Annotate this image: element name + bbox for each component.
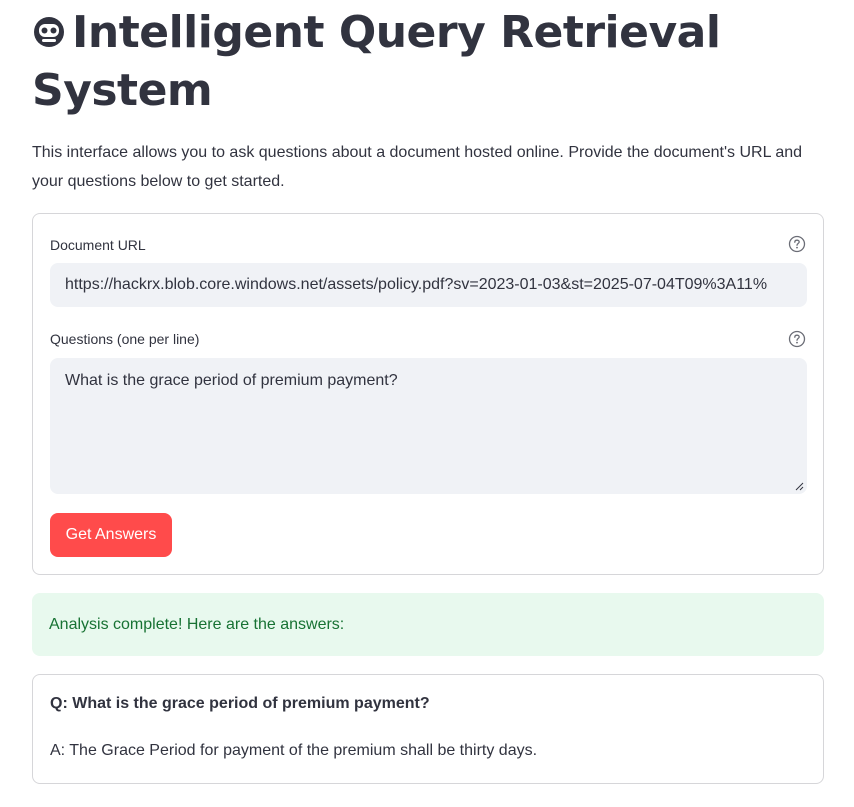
url-help-icon[interactable]	[788, 235, 806, 253]
intro-text: This interface allows you to ask questio…	[32, 144, 803, 190]
page-title: Intelligent Query Retrieval System	[32, 4, 832, 120]
questions-textarea[interactable]: What is the grace period of premium paym…	[50, 358, 807, 494]
answer-card: Q: What is the grace period of premium p…	[32, 674, 824, 784]
get-answers-button[interactable]: Get Answers	[50, 513, 172, 557]
success-alert: Analysis complete! Here are the answers:	[32, 593, 824, 656]
questions-label: Questions (one per line)	[50, 331, 200, 347]
resize-handle-icon[interactable]	[794, 481, 804, 491]
questions-help-icon[interactable]	[788, 330, 806, 348]
answer-question: Q: What is the grace period of premium p…	[50, 695, 430, 712]
document-url-input[interactable]: https://hackrx.blob.core.windows.net/ass…	[50, 263, 807, 307]
url-label: Document URL	[50, 237, 146, 253]
robot-face-icon	[34, 17, 64, 47]
answer-text: A: The Grace Period for payment of the p…	[50, 742, 538, 759]
query-form: Document URL https://hackrx.blob.core.wi…	[32, 213, 824, 575]
questions-textarea-value: What is the grace period of premium paym…	[65, 372, 398, 389]
page-title-text: Intelligent Query Retrieval System	[32, 7, 721, 116]
app-page: Intelligent Query Retrieval System This …	[0, 0, 854, 807]
